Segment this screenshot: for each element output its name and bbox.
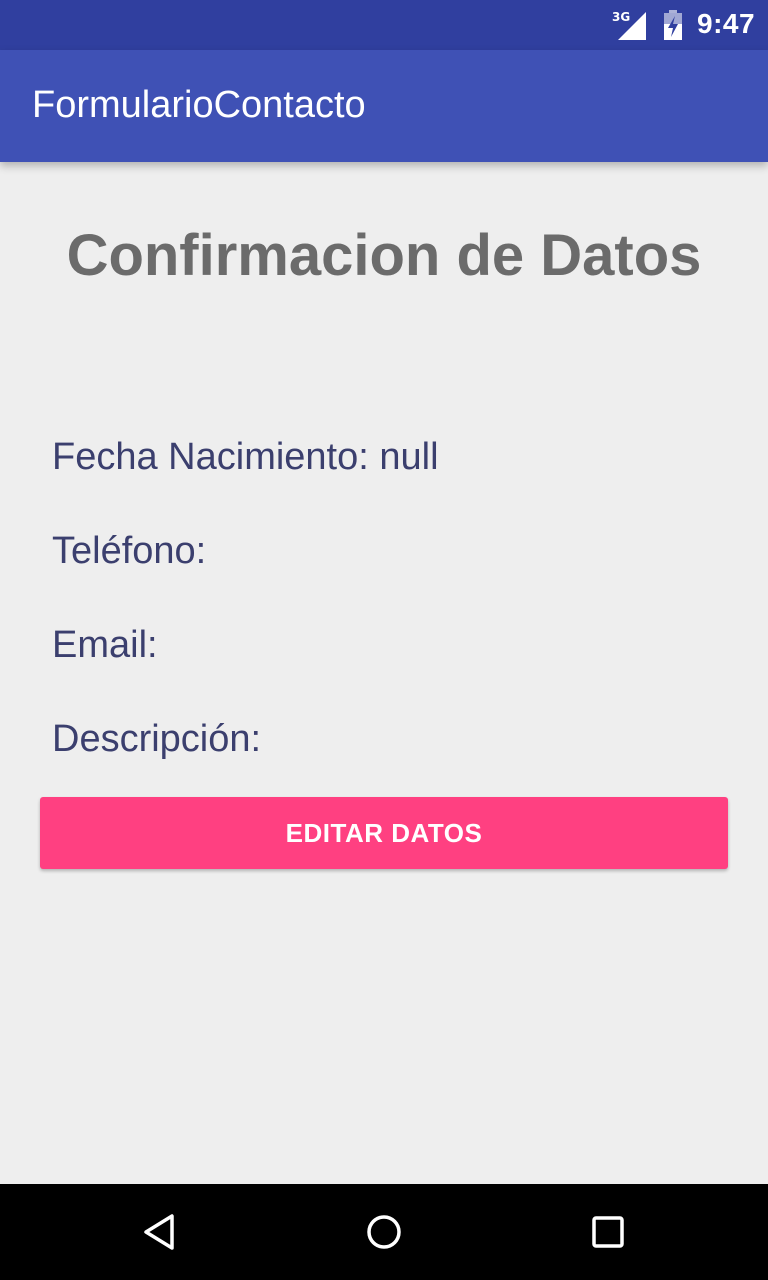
app-title: FormularioContacto bbox=[32, 84, 366, 126]
fecha-nacimiento-label: Fecha Nacimiento: null bbox=[52, 436, 439, 478]
battery-icon bbox=[664, 10, 682, 40]
action-bar: FormularioContacto bbox=[0, 50, 768, 162]
telefono-label: Teléfono: bbox=[52, 530, 207, 572]
recent-apps-icon[interactable] bbox=[584, 1208, 632, 1256]
signal-icon bbox=[618, 12, 646, 40]
edit-data-button[interactable]: EDITAR DATOS bbox=[40, 797, 728, 869]
descripcion-label: Descripción: bbox=[52, 718, 262, 760]
back-icon[interactable] bbox=[136, 1208, 184, 1256]
navigation-bar bbox=[0, 1184, 768, 1280]
status-bar: 3G 9:47 bbox=[0, 0, 768, 50]
home-icon[interactable] bbox=[360, 1208, 408, 1256]
clock: 9:47 bbox=[697, 8, 756, 39]
email-label: Email: bbox=[52, 624, 158, 666]
page-heading: Confirmacion de Datos bbox=[66, 223, 702, 288]
screen: 3G 9:47 FormularioContacto Confirmacion … bbox=[0, 0, 768, 1280]
